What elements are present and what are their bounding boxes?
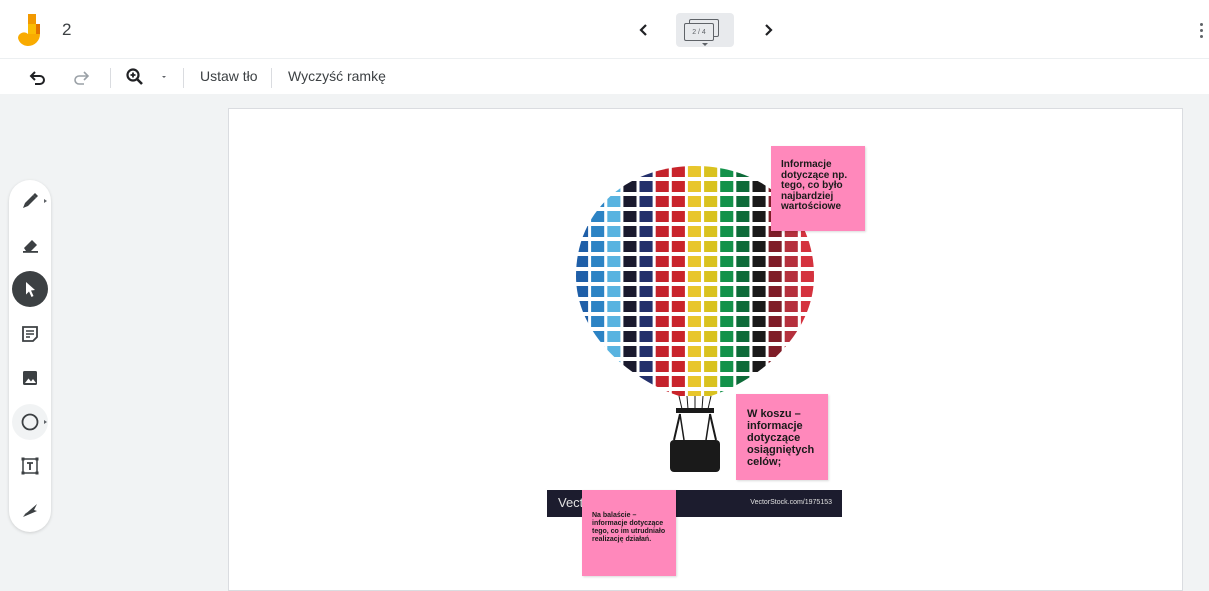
eraser-icon xyxy=(23,240,38,253)
select-icon xyxy=(26,282,35,297)
text-box-tool-button[interactable] xyxy=(12,448,48,484)
pen-icon xyxy=(23,193,38,208)
frame-indicator-label: 2 / 4 xyxy=(684,23,714,41)
more-vert-icon xyxy=(1199,22,1203,26)
zoom-dropdown-button[interactable] xyxy=(156,65,172,89)
set-background-button[interactable]: Ustaw tło xyxy=(200,68,258,84)
jamboard-logo-icon xyxy=(16,14,44,47)
chevron-right-icon xyxy=(765,24,773,36)
zoom-button[interactable] xyxy=(123,65,147,89)
zoom-icon xyxy=(126,68,143,85)
watermark-right-text: VectorStock.com/1975153 xyxy=(750,499,832,506)
prev-frame-button[interactable] xyxy=(632,18,656,42)
dropdown-caret-icon xyxy=(162,76,166,78)
watermark-left-text: Vect xyxy=(558,495,584,510)
shape-tool-button[interactable] xyxy=(12,404,48,440)
redo-icon xyxy=(74,71,90,85)
laser-tool-button[interactable] xyxy=(12,492,48,528)
sticky-note-icon xyxy=(22,326,38,342)
redo-button[interactable] xyxy=(69,65,93,89)
frame-number: 2 xyxy=(62,20,72,39)
top-bar: 2 2 / 4 xyxy=(0,0,1209,58)
toolbar-divider xyxy=(183,68,184,88)
more-options-button[interactable] xyxy=(1196,18,1206,42)
select-tool-button[interactable] xyxy=(12,271,48,307)
submenu-triangle-icon xyxy=(44,420,47,424)
image-icon xyxy=(23,371,37,385)
toolbar: Ustaw tło Wyczyść ramkę xyxy=(0,58,1209,94)
caret-down-icon xyxy=(702,43,708,46)
tools-sidebar xyxy=(9,180,51,532)
sticky-note[interactable]: W koszu – informacje dotyczące osiągnięt… xyxy=(736,394,828,480)
toolbar-divider xyxy=(110,68,111,88)
next-frame-button[interactable] xyxy=(756,18,780,42)
undo-icon xyxy=(29,71,45,85)
sticky-note-tool-button[interactable] xyxy=(12,316,48,352)
sticky-note[interactable]: Informacje dotyczące np. tego, co było n… xyxy=(771,146,865,231)
whiteboard-canvas[interactable]: Vect VectorStock.com/1975153 Informacje … xyxy=(228,108,1183,591)
frame-indicator-button[interactable]: 2 / 4 xyxy=(676,13,734,47)
undo-button[interactable] xyxy=(26,65,50,89)
pen-tool-button[interactable] xyxy=(12,183,48,219)
laser-icon xyxy=(23,504,37,517)
chevron-left-icon xyxy=(639,24,647,36)
sticky-note[interactable]: Na balaście – informacje dotyczące tego,… xyxy=(582,490,676,576)
image-tool-button[interactable] xyxy=(12,360,48,396)
clear-frame-button[interactable]: Wyczyść ramkę xyxy=(288,68,386,84)
circle-icon xyxy=(21,413,39,431)
submenu-triangle-icon xyxy=(44,199,47,203)
text-box-icon xyxy=(21,457,39,475)
toolbar-divider xyxy=(271,68,272,88)
eraser-tool-button[interactable] xyxy=(12,227,48,263)
